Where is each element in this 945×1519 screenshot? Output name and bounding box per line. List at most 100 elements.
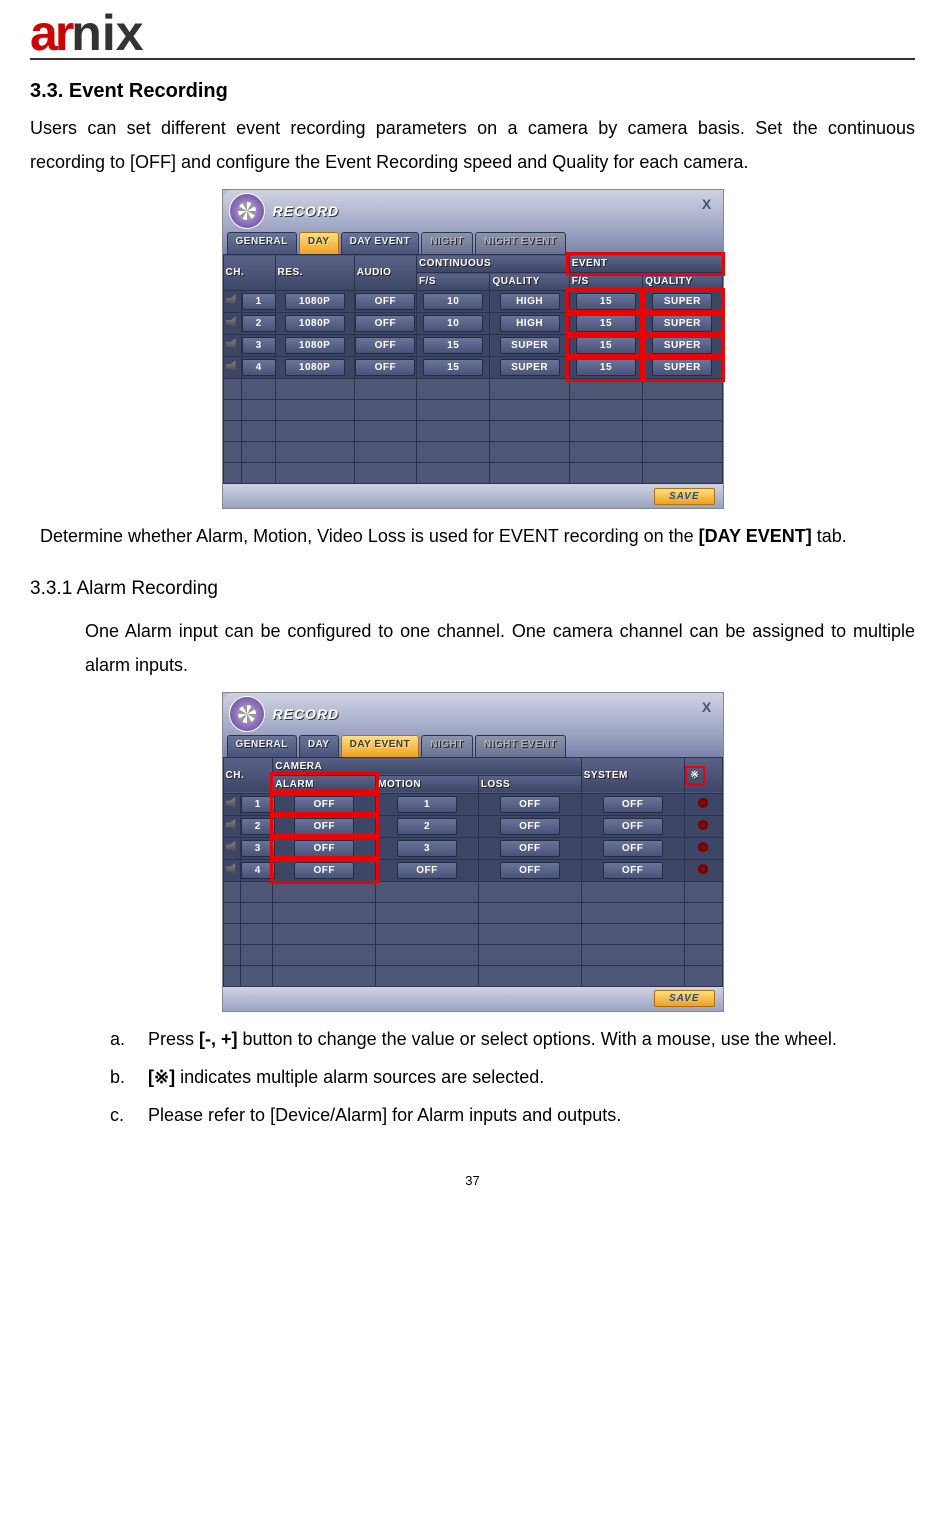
cont-q-value[interactable]: SUPER: [500, 359, 560, 376]
save-button[interactable]: SAVE: [654, 488, 715, 505]
cont-fs-value[interactable]: 10: [423, 315, 483, 332]
cont-q-value[interactable]: HIGH: [500, 293, 560, 310]
logo-text: r: [55, 8, 71, 58]
cont-fs-value[interactable]: 15: [423, 359, 483, 376]
table-row: 1 OFF 1 OFF OFF: [223, 793, 722, 815]
star-indicator: [698, 798, 708, 808]
close-icon[interactable]: X: [697, 196, 717, 212]
ch-value[interactable]: 3: [241, 840, 275, 857]
tab-bar: GENERAL DAY DAY EVENT NIGHT NIGHT EVENT: [223, 232, 723, 254]
ch-value[interactable]: 2: [241, 818, 275, 835]
audio-value[interactable]: OFF: [355, 337, 415, 354]
list-label: b.: [110, 1060, 134, 1094]
col-ch: CH.: [223, 255, 275, 291]
col-cont-fs: F/S: [416, 273, 490, 291]
ch-value[interactable]: 2: [242, 315, 276, 332]
alarm-value[interactable]: OFF: [294, 818, 354, 835]
alarm-cell: OFF: [273, 815, 376, 837]
ch-value[interactable]: 3: [242, 337, 276, 354]
motion-value[interactable]: OFF: [397, 862, 457, 879]
star-cell: [684, 793, 722, 815]
alarm-value[interactable]: OFF: [294, 796, 354, 813]
speaker-cell: [223, 291, 241, 313]
event-table: CH. CAMERA SYSTEM ※ ALARM MOTION LOSS 1O…: [223, 757, 723, 987]
speaker-icon: [226, 360, 238, 372]
event-fs-value[interactable]: 15: [576, 293, 636, 310]
tab-day-event[interactable]: DAY EVENT: [341, 735, 420, 757]
motion-value[interactable]: 3: [397, 840, 457, 857]
res-value[interactable]: 1080P: [285, 337, 345, 354]
ch-value[interactable]: 4: [241, 862, 275, 879]
tab-night[interactable]: NIGHT: [421, 735, 473, 757]
cont-fs-cell: 15: [416, 335, 490, 357]
tab-day[interactable]: DAY: [299, 232, 339, 254]
cont-fs-value[interactable]: 10: [423, 293, 483, 310]
system-value[interactable]: OFF: [603, 862, 663, 879]
cont-fs-cell: 10: [416, 291, 490, 313]
cont-q-value[interactable]: SUPER: [500, 337, 560, 354]
loss-value[interactable]: OFF: [500, 840, 560, 857]
note-bold: [DAY EVENT]: [699, 526, 812, 546]
close-icon[interactable]: X: [697, 699, 717, 715]
logo-text: a: [30, 8, 55, 58]
audio-value[interactable]: OFF: [355, 293, 415, 310]
system-value[interactable]: OFF: [603, 818, 663, 835]
speaker-cell: [223, 357, 241, 379]
loss-value[interactable]: OFF: [500, 862, 560, 879]
table-row: 3 OFF 3 OFF OFF: [223, 837, 722, 859]
system-value[interactable]: OFF: [603, 796, 663, 813]
ch-value[interactable]: 1: [242, 293, 276, 310]
col-ch: CH.: [223, 757, 273, 793]
save-button[interactable]: SAVE: [654, 990, 715, 1007]
audio-value[interactable]: OFF: [355, 359, 415, 376]
ch-value[interactable]: 1: [241, 796, 275, 813]
empty-row: [223, 944, 722, 965]
tab-general[interactable]: GENERAL: [227, 232, 297, 254]
res-value[interactable]: 1080P: [285, 293, 345, 310]
star-indicator: [698, 864, 708, 874]
tab-night-event[interactable]: NIGHT EVENT: [475, 735, 566, 757]
cont-q-cell: HIGH: [490, 291, 569, 313]
loss-value[interactable]: OFF: [500, 818, 560, 835]
event-q-cell: SUPER: [643, 291, 722, 313]
motion-value[interactable]: 1: [397, 796, 457, 813]
audio-cell: OFF: [354, 357, 416, 379]
table-row: 1 1080P OFF 10 HIGH 15 SUPER: [223, 291, 722, 313]
tab-day[interactable]: DAY: [299, 735, 339, 757]
record-table: CH. RES. AUDIO CONTINUOUS EVENT F/S QUAL…: [223, 254, 723, 484]
loss-value[interactable]: OFF: [500, 796, 560, 813]
tab-night-event[interactable]: NIGHT EVENT: [475, 232, 566, 254]
res-value[interactable]: 1080P: [285, 359, 345, 376]
event-q-value[interactable]: SUPER: [652, 359, 712, 376]
gear-icon: [229, 193, 265, 229]
window-titlebar: RECORD X: [223, 693, 723, 735]
event-fs-value[interactable]: 15: [576, 315, 636, 332]
col-audio: AUDIO: [354, 255, 416, 291]
system-value[interactable]: OFF: [603, 840, 663, 857]
event-q-value[interactable]: SUPER: [652, 293, 712, 310]
tab-night[interactable]: NIGHT: [421, 232, 473, 254]
loss-cell: OFF: [478, 793, 581, 815]
event-q-value[interactable]: SUPER: [652, 315, 712, 332]
speaker-cell: [223, 335, 241, 357]
ch-value[interactable]: 4: [242, 359, 276, 376]
table-row: 3 1080P OFF 15 SUPER 15 SUPER: [223, 335, 722, 357]
cont-q-value[interactable]: HIGH: [500, 315, 560, 332]
event-fs-value[interactable]: 15: [576, 337, 636, 354]
tab-general[interactable]: GENERAL: [227, 735, 297, 757]
tab-day-event[interactable]: DAY EVENT: [341, 232, 420, 254]
audio-value[interactable]: OFF: [355, 315, 415, 332]
event-fs-cell: 15: [569, 335, 643, 357]
res-cell: 1080P: [275, 291, 354, 313]
cont-fs-value[interactable]: 15: [423, 337, 483, 354]
speaker-cell: [223, 859, 240, 881]
alarm-value[interactable]: OFF: [294, 862, 354, 879]
motion-value[interactable]: 2: [397, 818, 457, 835]
event-fs-value[interactable]: 15: [576, 359, 636, 376]
window-title: RECORD: [273, 706, 340, 722]
motion-cell: OFF: [376, 859, 479, 881]
res-value[interactable]: 1080P: [285, 315, 345, 332]
alarm-value[interactable]: OFF: [294, 840, 354, 857]
cont-q-cell: HIGH: [490, 313, 569, 335]
event-q-value[interactable]: SUPER: [652, 337, 712, 354]
